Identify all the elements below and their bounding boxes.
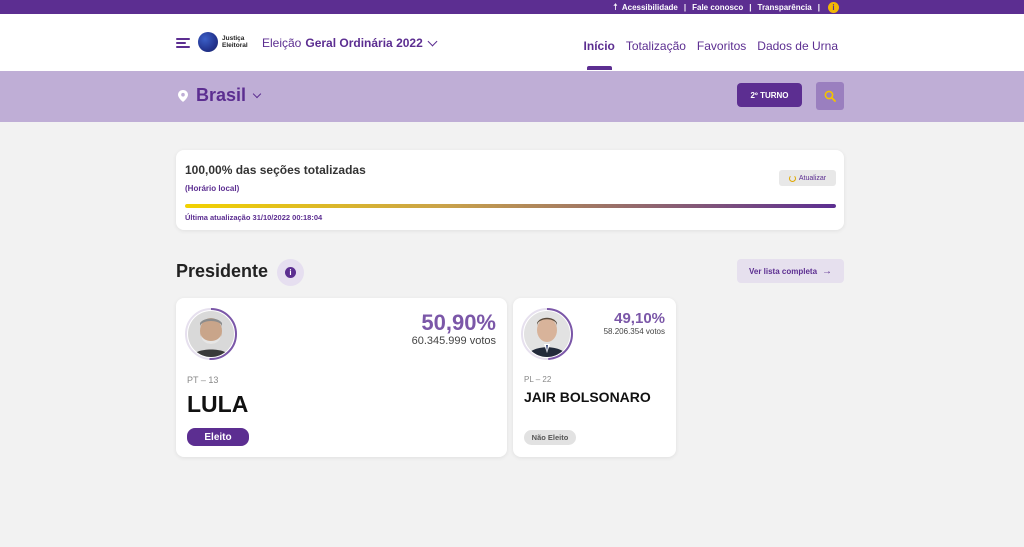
info-icon: i bbox=[285, 267, 296, 278]
justica-eleitoral-logo[interactable]: Justiça Eleitoral bbox=[198, 31, 248, 52]
vote-percentage: 50,90% bbox=[421, 310, 496, 335]
view-full-list-label: Ver lista completa bbox=[748, 266, 818, 276]
main-nav: Início Totalização Favoritos Dados de Ur… bbox=[573, 39, 838, 70]
second-round-button[interactable]: 2º TURNO bbox=[737, 83, 802, 107]
election-prefix: Eleição bbox=[262, 36, 302, 50]
candidate-card-lula[interactable]: 50,90% 60.345.999 votos PT – 13 LULA Ele… bbox=[176, 298, 507, 457]
location-bar: Brasil 2º TURNO bbox=[0, 71, 1024, 122]
transparency-link[interactable]: Transparência bbox=[758, 3, 812, 12]
search-button[interactable] bbox=[816, 82, 844, 110]
vote-percentage: 49,10% bbox=[614, 310, 665, 327]
view-full-list-button[interactable]: Ver lista completa → bbox=[737, 259, 844, 283]
refresh-label: Atualizar bbox=[798, 174, 827, 182]
arrow-right-icon: → bbox=[822, 265, 833, 277]
vote-count: 58.206.354 votos bbox=[603, 327, 665, 336]
location-selector[interactable]: Brasil bbox=[196, 85, 262, 106]
tab-dados-de-urna[interactable]: Dados de Urna bbox=[757, 39, 838, 53]
candidate-card-bolsonaro[interactable]: 49,10% 58.206.354 votos PL – 22 JAIR BOL… bbox=[513, 298, 676, 457]
location-name: Brasil bbox=[196, 85, 247, 105]
logo-line-2: Eleitoral bbox=[222, 42, 248, 49]
info-icon[interactable]: i bbox=[828, 1, 839, 13]
candidate-photo bbox=[188, 311, 234, 357]
chevron-down-icon bbox=[252, 89, 262, 98]
totalization-title: 100,00% das seções totalizadas bbox=[185, 163, 366, 177]
logo-line-1: Justiça bbox=[222, 35, 245, 42]
vote-count: 60.345.999 votos bbox=[411, 335, 496, 347]
tab-inicio[interactable]: Início bbox=[584, 39, 615, 70]
election-selector[interactable]: Eleição Geral Ordinária 2022 bbox=[262, 36, 438, 50]
separator: | bbox=[749, 2, 752, 12]
totalization-status-card: 100,00% das seções totalizadas (Horário … bbox=[176, 150, 844, 230]
tab-favoritos[interactable]: Favoritos bbox=[697, 39, 746, 53]
search-icon bbox=[824, 90, 836, 102]
refresh-button[interactable]: Atualizar bbox=[779, 170, 836, 186]
accessibility-link[interactable]: Acessibilidade bbox=[622, 3, 678, 12]
local-time-note: (Horário local) bbox=[185, 184, 240, 193]
chevron-down-icon bbox=[427, 36, 438, 46]
section-info-button[interactable]: i bbox=[277, 259, 304, 286]
candidate-photo bbox=[524, 311, 570, 357]
separator: | bbox=[683, 2, 687, 12]
status-badge: Não Eleito bbox=[524, 430, 576, 445]
utility-bar: ☨ Acessibilidade | Fale conosco | Transp… bbox=[0, 0, 1024, 14]
contact-link[interactable]: Fale conosco bbox=[692, 3, 743, 12]
tab-totalizacao[interactable]: Totalização bbox=[626, 39, 686, 53]
separator: | bbox=[817, 2, 820, 12]
candidate-name: JAIR BOLSONARO bbox=[524, 389, 651, 405]
election-name: Geral Ordinária 2022 bbox=[305, 36, 423, 50]
section-title: Presidente bbox=[176, 261, 269, 281]
refresh-icon bbox=[788, 174, 796, 182]
party-number: PL – 22 bbox=[524, 375, 552, 384]
location-pin-icon bbox=[178, 90, 188, 102]
totalization-progress-bar bbox=[185, 204, 836, 208]
globe-logo-icon bbox=[198, 31, 222, 52]
accessibility-icon: ☨ bbox=[612, 1, 618, 12]
party-number: PT – 13 bbox=[187, 375, 219, 385]
hamburger-menu-icon[interactable] bbox=[176, 38, 190, 49]
candidate-name: LULA bbox=[187, 391, 249, 417]
progress-fill bbox=[185, 204, 836, 208]
last-update-text: Última atualização 31/10/2022 00:18:04 bbox=[185, 213, 323, 222]
header: Justiça Eleitoral Eleição Geral Ordinári… bbox=[0, 14, 1024, 71]
status-badge: Eleito bbox=[187, 428, 249, 446]
